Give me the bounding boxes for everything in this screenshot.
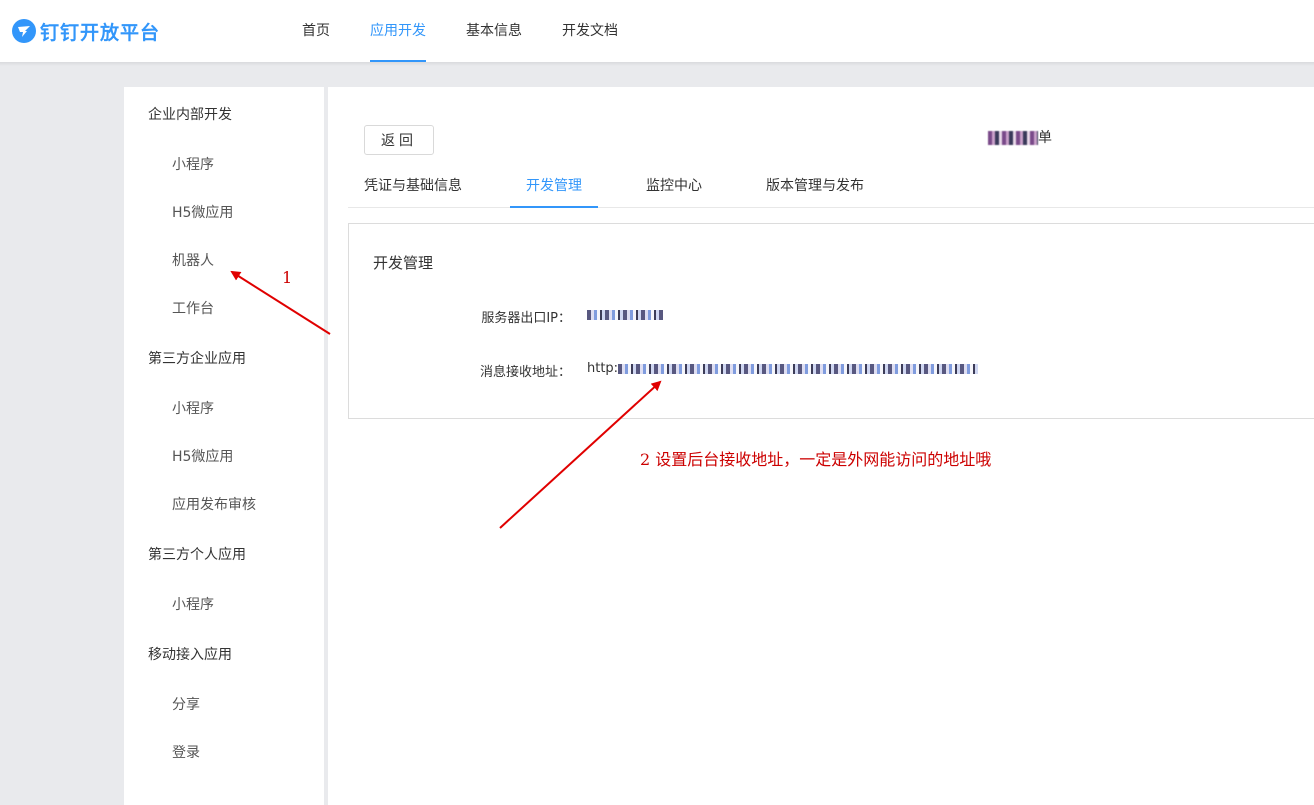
sidebar: 企业内部开发 小程序 H5微应用 机器人 工作台 第三方企业应用 小程序 H5微…: [124, 87, 324, 805]
back-button[interactable]: 返回: [364, 125, 434, 155]
sidebar-item-h5[interactable]: H5微应用: [172, 446, 233, 466]
tab-credentials[interactable]: 凭证与基础信息: [364, 175, 462, 207]
message-url-prefix: http:: [587, 361, 619, 376]
redacted-url: [618, 363, 979, 374]
message-url-label: 消息接收地址：: [479, 365, 571, 380]
app-name-suffix: 单: [1038, 130, 1052, 146]
dev-management-panel: 开发管理 服务器出口IP： 消息接收地址： http:: [348, 223, 1314, 419]
sidebar-group-internal: 企业内部开发: [148, 107, 232, 123]
annotation-note-1: 1: [282, 268, 293, 287]
server-ip-value[interactable]: [587, 307, 663, 322]
sidebar-item-release-review[interactable]: 应用发布审核: [172, 494, 256, 514]
redacted-ip: [587, 309, 663, 320]
message-url-value[interactable]: http:: [587, 361, 979, 376]
nav-item-home[interactable]: 首页: [302, 0, 330, 62]
annotation-note-2: 2 设置后台接收地址，一定是外网能访问的地址哦: [640, 450, 992, 469]
sidebar-item-miniprogram[interactable]: 小程序: [172, 594, 214, 614]
sidebar-group-third-party-personal: 第三方个人应用: [148, 547, 246, 563]
main-nav: 首页 应用开发 基本信息 开发文档: [302, 0, 658, 62]
sidebar-item-miniprogram[interactable]: 小程序: [172, 154, 214, 174]
tab-monitoring[interactable]: 监控中心: [646, 175, 702, 207]
brand-name: 钉钉开放平台: [40, 21, 161, 44]
sidebar-item-h5[interactable]: H5微应用: [172, 202, 233, 222]
app-tabs: 凭证与基础信息 开发管理 监控中心 版本管理与发布: [348, 175, 1314, 208]
app-name: 单: [988, 127, 1052, 147]
dingtalk-logo-icon: [12, 19, 36, 43]
sidebar-group-mobile-access: 移动接入应用: [148, 647, 232, 663]
nav-item-app-dev[interactable]: 应用开发: [370, 0, 426, 62]
nav-item-dev-docs[interactable]: 开发文档: [562, 0, 618, 62]
server-ip-label: 服务器出口IP：: [481, 311, 571, 326]
brand-logo[interactable]: 钉钉开放平台: [12, 18, 160, 44]
sidebar-item-miniprogram[interactable]: 小程序: [172, 398, 214, 418]
tab-dev-management[interactable]: 开发管理: [510, 175, 598, 208]
page-background-strip: [124, 66, 1314, 87]
sidebar-group-third-party-enterprise: 第三方企业应用: [148, 351, 246, 367]
redacted-app-name: [988, 131, 1038, 145]
panel-title: 开发管理: [373, 254, 434, 272]
nav-item-basic-info[interactable]: 基本信息: [466, 0, 522, 62]
tab-version-release[interactable]: 版本管理与发布: [766, 175, 864, 207]
top-nav-bar: 钉钉开放平台 首页 应用开发 基本信息 开发文档: [0, 0, 1314, 62]
sidebar-item-share[interactable]: 分享: [172, 694, 200, 714]
sidebar-item-login[interactable]: 登录: [172, 742, 200, 762]
sidebar-item-robot[interactable]: 机器人: [172, 250, 214, 270]
sidebar-item-workbench[interactable]: 工作台: [172, 298, 214, 318]
page-background: [0, 66, 124, 805]
